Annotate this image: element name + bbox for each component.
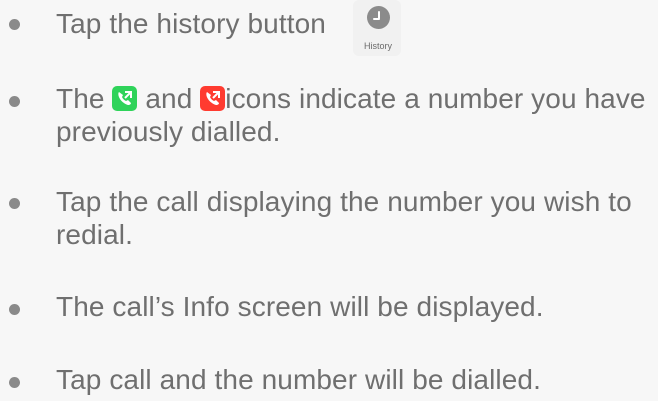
phone-arrow-icon xyxy=(206,91,221,105)
bullet-icon xyxy=(9,96,20,107)
outgoing-call-green-icon xyxy=(112,86,138,111)
step-3-text: Tap the call displaying the number you w… xyxy=(56,186,632,250)
list-item: The and icons indicate a number you have… xyxy=(0,82,658,162)
history-label: History xyxy=(363,41,392,51)
list-item: Tap the history button History xyxy=(0,0,658,70)
step-2-text-mid: and xyxy=(145,83,193,114)
bullet-icon xyxy=(9,198,20,209)
outgoing-call-red-icon xyxy=(200,86,226,111)
step-4-text: The call’s Info screen will be displayed… xyxy=(56,291,544,322)
bullet-icon xyxy=(9,19,20,30)
list-item: The call’s Info screen will be displayed… xyxy=(0,290,658,330)
bullet-icon xyxy=(9,304,20,315)
bullet-icon xyxy=(9,377,20,388)
list-item: Tap the call displaying the number you w… xyxy=(0,185,658,265)
history-button-icon: History xyxy=(353,0,401,56)
instruction-list: Tap the history button History The and i… xyxy=(0,0,658,401)
list-item: Tap call and the number will be dialled. xyxy=(0,363,658,401)
step-text: The and icons indicate a number you have… xyxy=(56,82,656,148)
clock-icon xyxy=(367,6,390,29)
step-5-text: Tap call and the number will be dialled. xyxy=(56,364,541,395)
step-1-text: Tap the history button xyxy=(56,8,326,39)
phone-arrow-icon xyxy=(118,91,133,105)
step-2-text-before: The xyxy=(56,83,105,114)
